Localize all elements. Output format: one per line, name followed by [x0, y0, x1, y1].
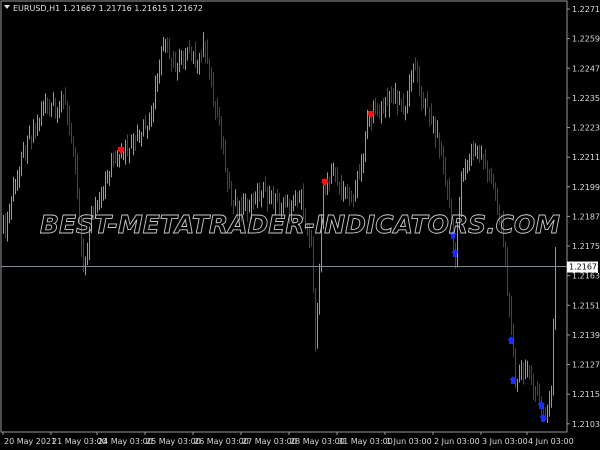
price-tick-label: 1.22235: [572, 124, 600, 133]
price-tick-label: 1.21995: [572, 183, 600, 192]
price-tick-label: 1.21755: [572, 242, 600, 251]
time-tick-label: 4 Jun 03:00: [528, 437, 574, 446]
price-chart[interactable]: 1.22715 1.22595 1.22475 1.22355 1.22235 1.221…: [0, 0, 600, 450]
time-tick-label: 3 Jun 03:00: [482, 437, 528, 446]
chart-header: EURUSD,H1 1.21667 1.21716 1.21615 1.2167…: [4, 4, 203, 13]
time-axis: 20 May 202121 May 03:0024 May 03:0025 Ma…: [2, 432, 574, 446]
price-axis: 1.22715 1.22595 1.22475 1.22355 1.22235 1.221…: [567, 5, 600, 429]
time-tick-label: 28 May 03:00: [290, 437, 345, 446]
price-tick-label: 1.22115: [572, 153, 600, 162]
time-tick-label: 26 May 03:00: [194, 437, 249, 446]
dropdown-triangle-icon[interactable]: [4, 5, 10, 9]
time-tick-label: 2 Jun 03:00: [434, 437, 480, 446]
price-tick-label: 1.21035: [572, 420, 600, 429]
price-tick-label: 1.21875: [572, 212, 600, 221]
time-tick-label: 25 May 03:00: [146, 437, 201, 446]
watermark: BEST-METATRADER-INDICATORS.COM: [40, 210, 560, 239]
time-tick-label: 24 May 03:00: [98, 437, 153, 446]
price-tick-label: 1.21155: [572, 390, 600, 399]
current-price-label: 1.21672: [569, 263, 600, 272]
time-tick-label: 31 May 03:00: [338, 437, 393, 446]
ohlc-values: 1.21667 1.21716 1.21615 1.21672: [63, 4, 203, 13]
time-tick-label: 1 Jun 03:00: [386, 437, 432, 446]
price-tick-label: 1.21635: [572, 272, 600, 281]
time-tick-label: 27 May 03:00: [242, 437, 297, 446]
price-tick-label: 1.22355: [572, 94, 600, 103]
price-tick-label: 1.22475: [572, 64, 600, 73]
price-tick-label: 1.22595: [572, 35, 600, 44]
symbol-label: EURUSD,H1: [13, 4, 60, 13]
price-tick-label: 1.21275: [572, 361, 600, 370]
current-price-tag: 1.21672: [567, 261, 600, 273]
price-tick-label: 1.21395: [572, 331, 600, 340]
price-tick-label: 1.21515: [572, 301, 600, 310]
price-tick-label: 1.22715: [572, 5, 600, 14]
time-tick-label: 20 May 2021: [4, 437, 56, 446]
